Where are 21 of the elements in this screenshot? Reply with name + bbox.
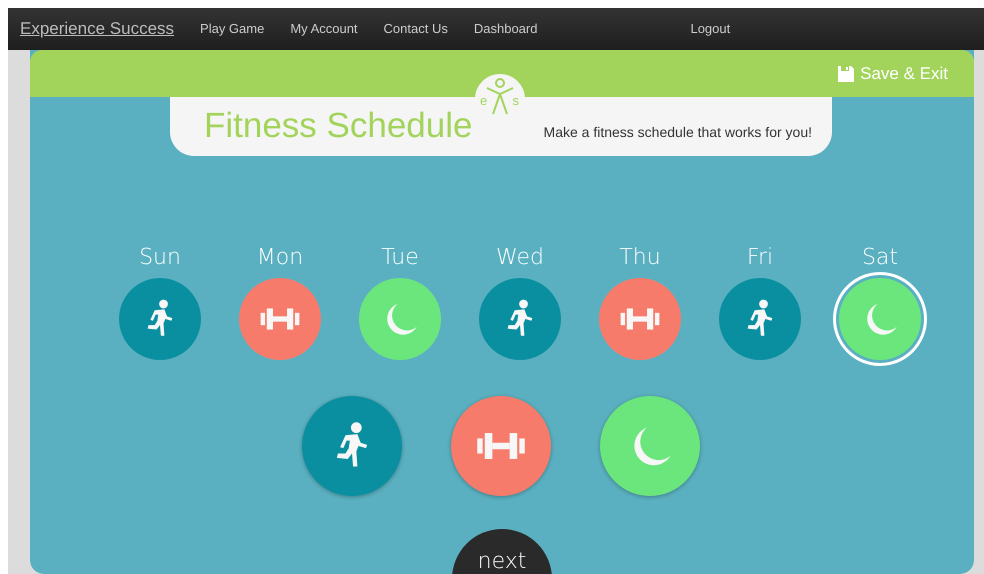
day-label: Tue (381, 246, 419, 270)
day-label: Mon (256, 246, 304, 270)
page-title: Fitness Schedule (204, 105, 472, 148)
save-icon (838, 66, 854, 82)
day-label: Sat (862, 246, 898, 270)
day-label: Wed (496, 246, 544, 270)
logo-letter: e (480, 94, 488, 107)
next-button[interactable]: next (452, 529, 552, 574)
day-label: Thu (619, 246, 661, 270)
day-label: Sun (139, 246, 181, 270)
nav-link[interactable]: My Account (290, 19, 358, 39)
brand-link[interactable]: Experience Success (20, 16, 174, 42)
logo-letter: s (512, 94, 519, 107)
nav-link[interactable]: Logout (690, 19, 730, 39)
day-label: Fri (746, 246, 774, 270)
nav-link[interactable]: Contact Us (384, 19, 448, 39)
subtitle: Make a fitness schedule that works for you! (544, 123, 812, 142)
nav-link[interactable]: Play Game (200, 19, 264, 39)
figure-icon (485, 78, 515, 116)
day-activity-button[interactable] (839, 278, 921, 360)
nav-link[interactable]: Dashboard (474, 19, 538, 39)
